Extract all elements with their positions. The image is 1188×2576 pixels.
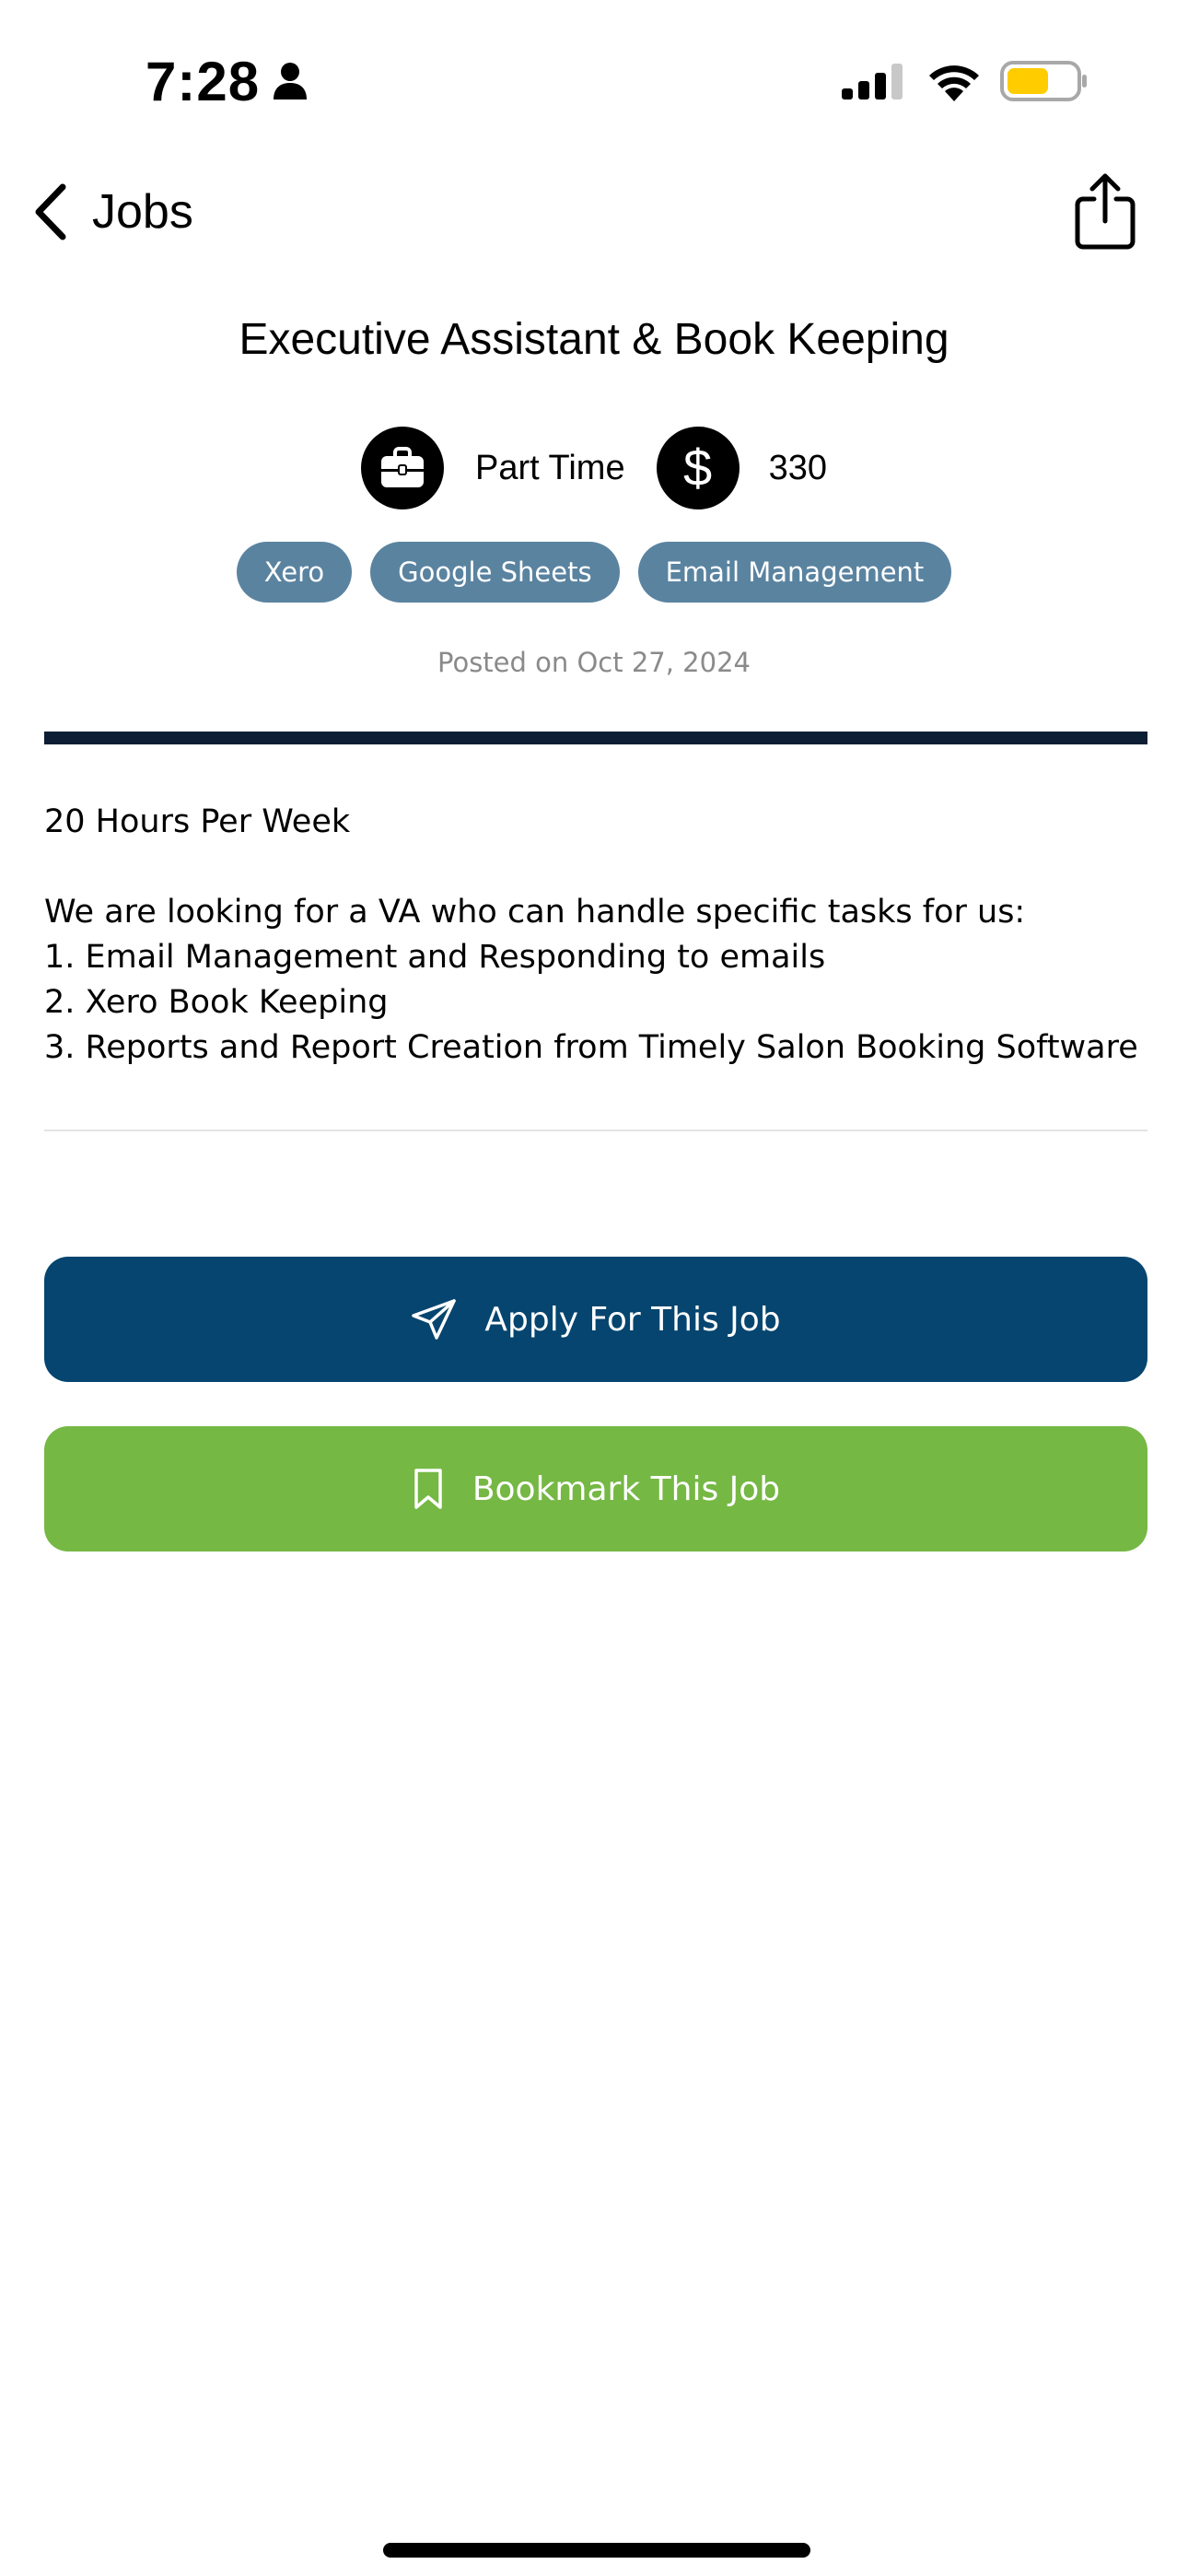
description-divider: [44, 1130, 1147, 1131]
briefcase-icon: [380, 447, 424, 487]
description-line: 3. Reports and Report Creation from Time…: [44, 1029, 1138, 1066]
job-title: Executive Assistant & Book Keeping: [239, 315, 949, 364]
person-icon: [274, 63, 308, 100]
navigation-bar: Jobs: [0, 166, 1188, 258]
status-time: 7:28: [146, 50, 261, 112]
apply-button[interactable]: Apply For This Job: [44, 1257, 1147, 1382]
tag-google-sheets[interactable]: Google Sheets: [370, 542, 620, 603]
bookmark-button[interactable]: Bookmark This Job: [44, 1426, 1147, 1551]
bookmark-icon: [414, 1469, 442, 1509]
back-label: Jobs: [92, 185, 193, 239]
job-meta-row: Part Time $ 330: [0, 426, 1188, 510]
bookmark-button-label: Bookmark This Job: [472, 1469, 781, 1508]
employment-type: Part Time: [474, 448, 625, 487]
pay-amount: 330: [768, 448, 827, 487]
cellular-signal-icon: [842, 64, 903, 100]
description-line: 1. Email Management and Responding to em…: [44, 939, 826, 976]
section-divider: [44, 732, 1147, 744]
battery-icon: [1000, 61, 1087, 101]
dollar-icon: $: [683, 439, 713, 497]
pay-badge: $: [656, 427, 740, 509]
chevron-left-icon: [35, 183, 66, 240]
tag-xero[interactable]: Xero: [236, 542, 353, 603]
job-description: 20 Hours Per Week We are looking for a V…: [44, 800, 1149, 1071]
wifi-icon: [929, 65, 979, 101]
apply-button-label: Apply For This Job: [484, 1300, 781, 1339]
home-indicator[interactable]: [383, 2543, 810, 2558]
share-button[interactable]: [1072, 171, 1138, 251]
status-indicators: [842, 55, 1089, 107]
tag-email-management[interactable]: Email Management: [637, 542, 952, 603]
share-icon: [1075, 173, 1136, 250]
description-line: 20 Hours Per Week: [44, 803, 351, 840]
description-line: 2. Xero Book Keeping: [44, 984, 389, 1021]
send-icon: [412, 1299, 457, 1340]
posted-date: Posted on Oct 27, 2024: [437, 647, 751, 678]
status-bar: 7:28: [0, 0, 1188, 157]
skill-tags: Xero Google Sheets Email Management: [0, 542, 1188, 603]
back-button[interactable]: Jobs: [31, 179, 193, 245]
status-time-group: 7:28: [146, 44, 308, 118]
description-line: We are looking for a VA who can handle s…: [44, 894, 1026, 931]
employment-type-badge: [360, 427, 444, 509]
